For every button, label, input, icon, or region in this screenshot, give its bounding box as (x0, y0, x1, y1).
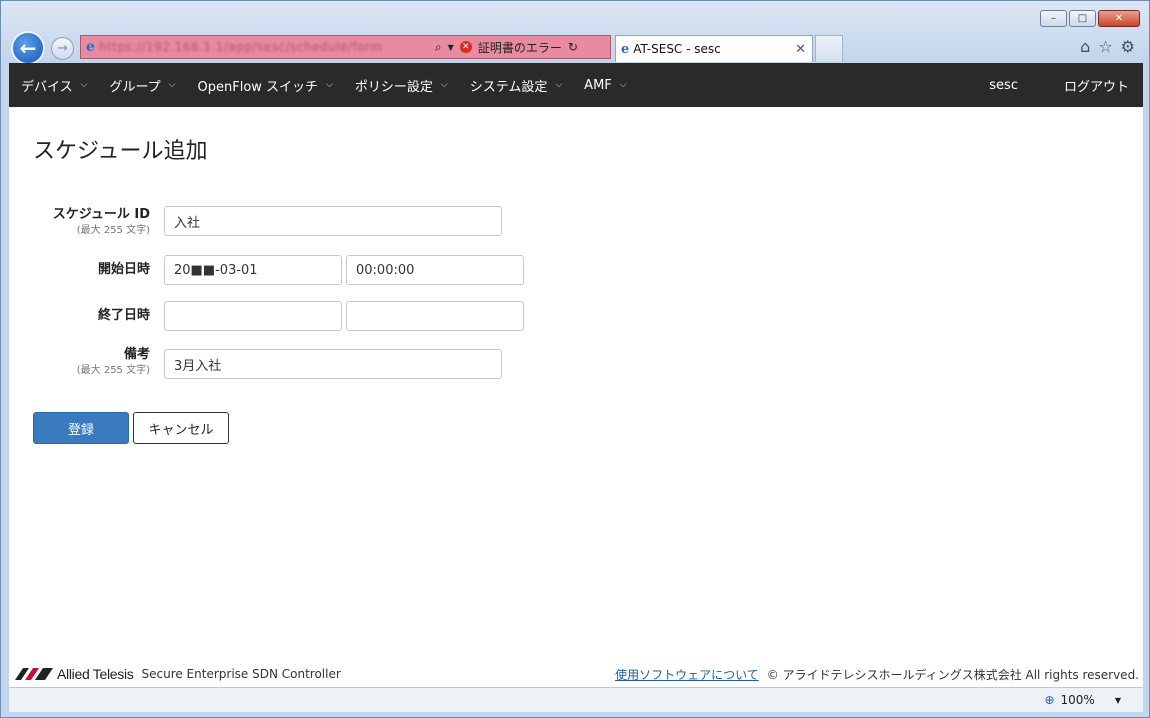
schedule-id-input[interactable] (164, 206, 502, 236)
chevron-down-icon: ⌵ (440, 80, 448, 90)
nav-label: グループ (109, 79, 161, 95)
refresh-icon[interactable]: ↻ (568, 40, 578, 54)
note-input[interactable] (164, 349, 502, 379)
arrow-left-icon: ← (19, 36, 37, 60)
start-label: 開始日時 (97, 262, 150, 277)
close-tab-icon[interactable]: ✕ (795, 42, 806, 57)
top-navbar: デバイス ⌵ グループ ⌵ OpenFlow スイッチ ⌵ ポリシー設定 ⌵ システム設… (9, 63, 1143, 107)
nav-amf[interactable]: AMF ⌵ (572, 63, 636, 107)
nav-openflow-switch[interactable]: OpenFlow スイッチ ⌵ (186, 63, 343, 107)
row-note: 備考 (最大 255 文字) (9, 346, 502, 379)
tab-title: AT-SESC - sesc (633, 42, 721, 56)
brand-name: Allied Telesis (57, 666, 134, 682)
end-time-input[interactable] (346, 301, 524, 331)
nav-label: システム設定 (469, 79, 548, 95)
cancel-button[interactable]: キャンセル (133, 412, 229, 444)
nav-label: AMF (584, 77, 612, 93)
start-time-input[interactable] (346, 255, 524, 285)
schedule-id-label: スケジュール ID (52, 207, 150, 222)
arrow-right-icon: → (57, 41, 68, 56)
minimize-button[interactable]: – (1040, 10, 1067, 27)
nav-policy-settings[interactable]: ポリシー設定 ⌵ (343, 63, 458, 107)
nav-label: ポリシー設定 (354, 79, 433, 95)
chevron-down-icon: ⌵ (326, 80, 333, 90)
zoom-control[interactable]: ⊕ 100% ▼ (1044, 693, 1121, 707)
chevron-down-icon: ⌵ (168, 80, 176, 90)
nav-user[interactable]: sesc (967, 63, 1040, 107)
new-tab-button[interactable] (815, 35, 843, 62)
favorites-star-icon[interactable]: ☆ (1098, 37, 1112, 56)
status-bar: ⊕ 100% ▼ (9, 687, 1143, 712)
forward-button[interactable]: → (51, 37, 74, 60)
address-bar[interactable]: e https://192.168.1.1/app/sesc/schedule/… (80, 35, 611, 59)
page-content: デバイス ⌵ グループ ⌵ OpenFlow スイッチ ⌵ ポリシー設定 ⌵ システム設… (9, 63, 1143, 687)
ie-icon: e (621, 41, 630, 57)
copyright-text: © アライドテレシスホールディングス株式会社 All rights reserv… (766, 667, 1139, 682)
schedule-id-hint: (最大 255 文字) (76, 225, 150, 236)
chevron-down-icon: ⌵ (80, 80, 88, 90)
gear-icon[interactable]: ⚙ (1121, 37, 1135, 56)
close-window-button[interactable]: ✕ (1098, 10, 1140, 27)
nav-label: OpenFlow スイッチ (197, 79, 319, 95)
ie-icon: e (86, 39, 95, 55)
chevron-down-icon[interactable]: ▼ (448, 43, 454, 52)
footer: Allied Telesis Secure Enterprise SDN Con… (9, 661, 1143, 687)
nav-system-settings[interactable]: システム設定 ⌵ (458, 63, 572, 107)
submit-button[interactable]: 登録 (33, 412, 129, 444)
end-label: 終了日時 (97, 308, 150, 323)
nav-groups[interactable]: グループ ⌵ (97, 63, 185, 107)
end-date-input[interactable] (164, 301, 342, 331)
home-icon[interactable]: ⌂ (1080, 37, 1090, 56)
maximize-button[interactable]: □ (1069, 10, 1096, 27)
note-hint: (最大 255 文字) (76, 365, 150, 376)
cert-error-icon[interactable]: ✕ (459, 41, 472, 53)
browser-window: – □ ✕ ← → e https://192.168.1.1/app/sesc… (0, 0, 1150, 718)
allied-telesis-logo-icon (15, 668, 53, 680)
row-end: 終了日時 (9, 301, 528, 331)
url-text: https://192.168.1.1/app/sesc/schedule/fo… (98, 40, 383, 54)
row-start: 開始日時 (9, 255, 528, 285)
row-schedule-id: スケジュール ID (最大 255 文字) (9, 206, 502, 238)
note-label: 備考 (123, 347, 150, 362)
browser-tab[interactable]: e AT-SESC - sesc ✕ (615, 35, 813, 62)
window-controls: – □ ✕ (1040, 10, 1140, 27)
software-info-link[interactable]: 使用ソフトウェアについて (615, 666, 759, 683)
chevron-down-icon: ⌵ (555, 80, 563, 90)
back-button[interactable]: ← (11, 31, 45, 65)
search-icon[interactable]: ⌕ (435, 40, 442, 55)
cert-error-label[interactable]: 証明書のエラー (478, 39, 562, 56)
nav-label: デバイス (21, 79, 73, 95)
chevron-down-icon: ▼ (1114, 695, 1121, 705)
start-date-input[interactable] (164, 255, 342, 285)
page-title: スケジュール追加 (33, 139, 208, 164)
browser-tools: ⌂ ☆ ⚙ (1080, 37, 1135, 56)
zoom-icon: ⊕ (1044, 693, 1055, 707)
chevron-down-icon: ⌵ (619, 80, 627, 90)
zoom-level: 100% (1060, 693, 1095, 707)
product-name: Secure Enterprise SDN Controller (141, 667, 341, 681)
logout-link[interactable]: ログアウト (1040, 63, 1143, 107)
nav-devices[interactable]: デバイス ⌵ (9, 63, 97, 107)
